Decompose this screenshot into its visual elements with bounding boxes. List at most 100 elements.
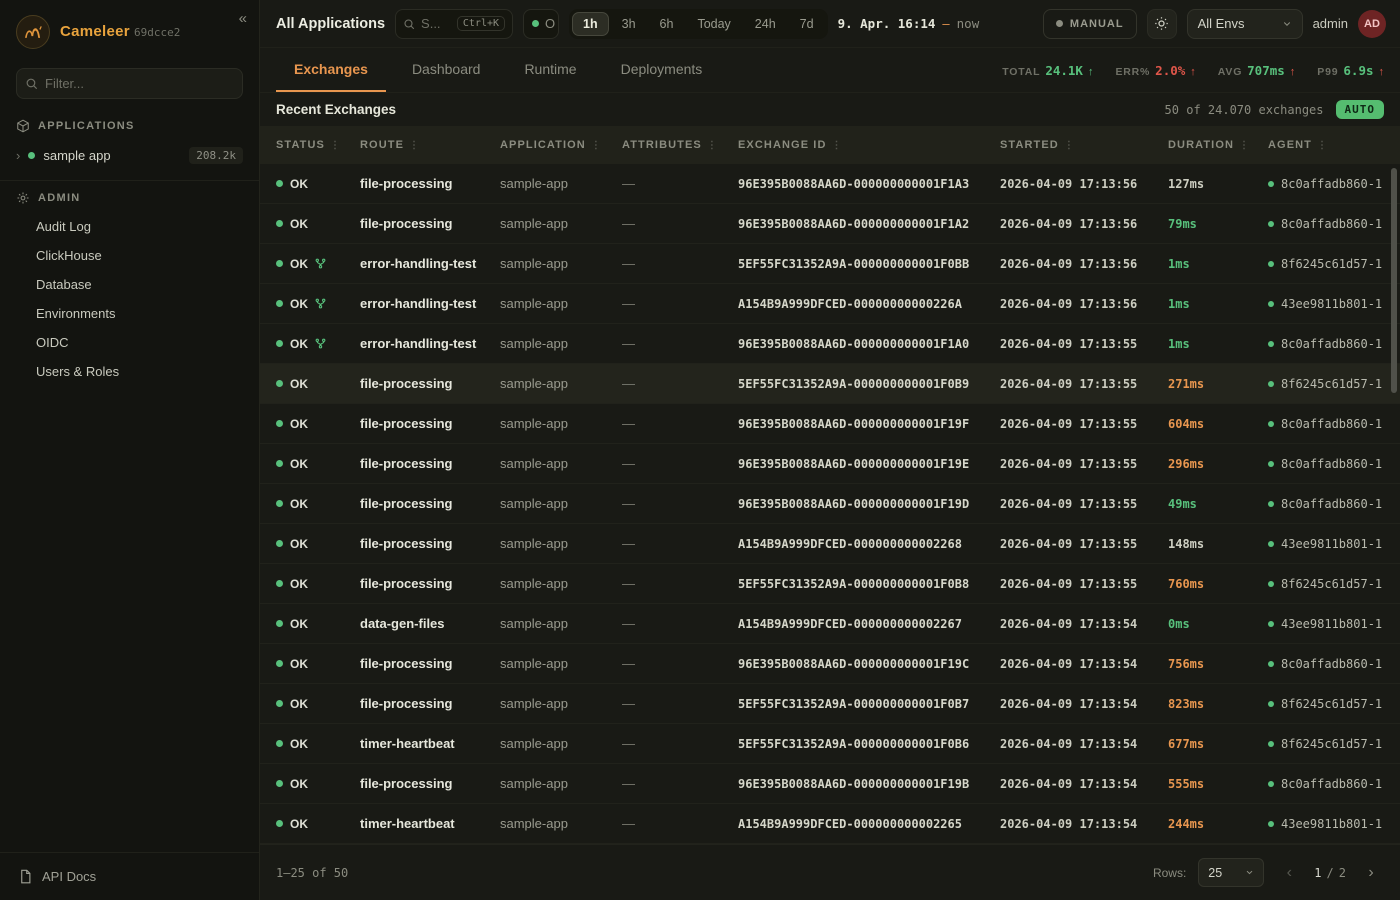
started-cell: 2026-04-09 17:13:55 [1000, 377, 1168, 391]
route-cell: timer-heartbeat [360, 816, 500, 831]
status-cell: OK [276, 537, 360, 551]
status-ok-dot [276, 420, 283, 427]
table-row[interactable]: OKfile-processingsample-app—96E395B0088A… [260, 644, 1400, 684]
previous-page-button[interactable]: ‹ [1276, 860, 1302, 886]
table-row[interactable]: OKfile-processingsample-app—5EF55FC31352… [260, 364, 1400, 404]
route-cell: error-handling-test [360, 256, 500, 271]
status-ok-dot [276, 700, 283, 707]
column-header-attributes[interactable]: ATTRIBUTES⋮ [622, 139, 738, 151]
column-header-application[interactable]: APPLICATION⋮ [500, 139, 622, 151]
duration-cell: 49ms [1168, 497, 1268, 511]
table-body: OKfile-processingsample-app—96E395B0088A… [260, 164, 1400, 844]
theme-toggle-button[interactable] [1147, 9, 1177, 39]
refresh-mode-button[interactable]: MANUAL [1043, 9, 1137, 39]
stat-label: TOTAL [1002, 66, 1040, 78]
sidebar-item-database[interactable]: Database [0, 270, 259, 299]
time-range-today[interactable]: Today [686, 12, 741, 36]
table-row[interactable]: OKfile-processingsample-app—5EF55FC31352… [260, 684, 1400, 724]
route-cell: error-handling-test [360, 336, 500, 351]
api-docs-link[interactable]: API Docs [0, 852, 259, 900]
exchange-id-cell: 5EF55FC31352A9A-000000000001F0B8 [738, 577, 1000, 591]
online-indicator[interactable]: O [523, 9, 559, 39]
sidebar-item-sample-app[interactable]: › sample app 208.2k [8, 140, 251, 170]
application-cell: sample-app [500, 576, 622, 591]
started-cell: 2026-04-09 17:13:55 [1000, 457, 1168, 471]
exchange-id-cell: A154B9A999DFCED-000000000002267 [738, 617, 1000, 631]
agent-id: 8c0affadb860-1 [1281, 337, 1382, 351]
sidebar-item-environments[interactable]: Environments [0, 299, 259, 328]
exchange-id-cell: 5EF55FC31352A9A-000000000001F0BB [738, 257, 1000, 271]
attributes-cell: — [622, 576, 738, 591]
time-range-24h[interactable]: 24h [744, 12, 787, 36]
tab-dashboard[interactable]: Dashboard [394, 48, 499, 92]
topbar: All Applications S... Ctrl+K O 1h3h6hTod… [260, 0, 1400, 48]
column-header-exchange-id[interactable]: EXCHANGE ID⋮ [738, 139, 1000, 151]
table-row[interactable]: OKdata-gen-filessample-app—A154B9A999DFC… [260, 604, 1400, 644]
time-range-3h[interactable]: 3h [611, 12, 647, 36]
sidebar-item-clickhouse[interactable]: ClickHouse [0, 241, 259, 270]
agent-status-dot [1268, 501, 1274, 507]
auto-refresh-badge[interactable]: AUTO [1336, 100, 1385, 119]
attributes-cell: — [622, 656, 738, 671]
tab-deployments[interactable]: Deployments [603, 48, 721, 92]
column-header-status[interactable]: STATUS⋮ [276, 139, 360, 151]
table-row[interactable]: OKtimer-heartbeatsample-app—A154B9A999DF… [260, 804, 1400, 844]
started-cell: 2026-04-09 17:13:55 [1000, 537, 1168, 551]
time-range-1h[interactable]: 1h [572, 12, 609, 36]
pagination-footer: 1–25 of 50 Rows: 25 ‹ 1 / 2 › [260, 844, 1400, 900]
status-text: OK [290, 217, 308, 231]
table-row[interactable]: OKerror-handling-testsample-app—96E395B0… [260, 324, 1400, 364]
application-cell: sample-app [500, 496, 622, 511]
column-header-agent[interactable]: AGENT⋮ [1268, 139, 1400, 151]
table-row[interactable]: OKfile-processingsample-app—96E395B0088A… [260, 404, 1400, 444]
sidebar-item-oidc[interactable]: OIDC [0, 328, 259, 357]
time-window-end: now [957, 16, 980, 31]
table-row[interactable]: OKfile-processingsample-app—96E395B0088A… [260, 204, 1400, 244]
table-row[interactable]: OKfile-processingsample-app—96E395B0088A… [260, 764, 1400, 804]
table-row[interactable]: OKerror-handling-testsample-app—5EF55FC3… [260, 244, 1400, 284]
visible-range: 1–25 of 50 [276, 866, 348, 880]
status-text: OK [290, 737, 308, 751]
column-header-duration[interactable]: DURATION⋮ [1168, 139, 1268, 151]
agent-cell: 8c0affadb860-1 [1268, 657, 1400, 671]
time-range-7d[interactable]: 7d [789, 12, 825, 36]
application-cell: sample-app [500, 216, 622, 231]
time-range-6h[interactable]: 6h [649, 12, 685, 36]
agent-cell: 8c0affadb860-1 [1268, 337, 1400, 351]
attributes-cell: — [622, 456, 738, 471]
table-row[interactable]: OKfile-processingsample-app—96E395B0088A… [260, 484, 1400, 524]
agent-status-dot [1268, 461, 1274, 467]
exchange-id-cell: 96E395B0088AA6D-000000000001F19D [738, 497, 1000, 511]
table-row[interactable]: OKtimer-heartbeatsample-app—5EF55FC31352… [260, 724, 1400, 764]
status-text: OK [290, 777, 308, 791]
scrollbar-thumb[interactable] [1391, 168, 1397, 393]
table-row[interactable]: OKfile-processingsample-app—96E395B0088A… [260, 444, 1400, 484]
column-header-started[interactable]: STARTED⋮ [1000, 139, 1168, 151]
table-row[interactable]: OKfile-processingsample-app—A154B9A999DF… [260, 524, 1400, 564]
agent-id: 8f6245c61d57-1 [1281, 377, 1382, 391]
environment-select[interactable]: All Envs [1187, 9, 1303, 39]
applications-section-header: APPLICATIONS [0, 111, 259, 140]
next-page-button[interactable]: › [1358, 860, 1384, 886]
global-search[interactable]: S... Ctrl+K [395, 9, 513, 39]
tab-exchanges[interactable]: Exchanges [276, 48, 386, 92]
table-row[interactable]: OKerror-handling-testsample-app—A154B9A9… [260, 284, 1400, 324]
rows-per-page-select[interactable]: 25 [1198, 858, 1264, 887]
application-cell: sample-app [500, 296, 622, 311]
status-text: OK [290, 617, 308, 631]
app-count-badge: 208.2k [189, 147, 243, 164]
sidebar-collapse-button[interactable]: « [239, 10, 247, 27]
filter-input[interactable] [16, 68, 243, 99]
table-row[interactable]: OKfile-processingsample-app—96E395B0088A… [260, 164, 1400, 204]
table-row[interactable]: OKfile-processingsample-app—5EF55FC31352… [260, 564, 1400, 604]
application-cell: sample-app [500, 176, 622, 191]
agent-cell: 8c0affadb860-1 [1268, 497, 1400, 511]
user-avatar[interactable]: AD [1358, 10, 1386, 38]
tab-runtime[interactable]: Runtime [506, 48, 594, 92]
exchange-id-cell: 96E395B0088AA6D-000000000001F19F [738, 417, 1000, 431]
sidebar-item-audit-log[interactable]: Audit Log [0, 212, 259, 241]
attributes-cell: — [622, 496, 738, 511]
sidebar-item-users-roles[interactable]: Users & Roles [0, 357, 259, 386]
column-header-route[interactable]: ROUTE⋮ [360, 139, 500, 151]
route-cell: file-processing [360, 576, 500, 591]
